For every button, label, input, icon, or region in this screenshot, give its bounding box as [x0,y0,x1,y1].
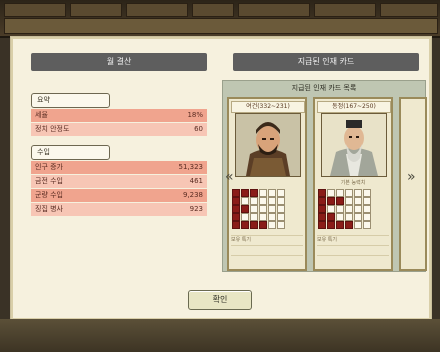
summary-row-tax: 세율 18% [31,109,207,122]
income-row-population: 인구 증가 51,323 [31,161,207,174]
row-label: 금전 수입 [35,177,63,185]
card-footer-line [317,255,389,265]
card-footer-line [317,245,389,255]
row-value: 461 [189,177,203,185]
scroll-right-icon[interactable]: » [407,169,416,185]
talent-cards-title: 지급된 인재 카드 [233,53,419,71]
world-map-strip [0,319,440,352]
summary-section-label: 요약 [31,93,110,108]
scroll-left-icon[interactable]: « [225,169,234,185]
card-name: 동정(167~250) [317,101,391,113]
hud-segment [192,3,234,17]
talent-card[interactable]: 여건(332~231) 보유 특기 [227,97,307,271]
summary-row-stability: 정치 안정도 60 [31,123,207,136]
ability-grid [232,188,286,229]
card-name: 여건(332~231) [231,101,305,113]
general-portrait [321,113,387,177]
income-row-food: 군량 수입 9,238 [31,189,207,202]
hud-segment [314,3,376,17]
card-subtitle: 기본 능력치 [340,180,366,186]
row-label: 징집 병사 [35,205,63,213]
settlement-title: 월 결산 [31,53,207,71]
hud-segment [380,3,438,17]
income-row-money: 금전 수입 461 [31,175,207,188]
row-value: 923 [189,205,203,213]
card-list-title: 지급된 인재 카드 목록 [291,84,357,92]
talent-card-list: 지급된 인재 카드 목록 여건(332~231) 보유 특기 동정(167~25… [222,80,427,272]
ability-grid [318,188,372,229]
general-portrait [235,113,301,177]
confirm-button[interactable]: 확인 [188,290,252,310]
card-footer-skills: 보유 특기 [231,235,303,245]
hud-segment [238,3,310,17]
hud-segment [4,3,66,17]
talent-card[interactable]: 동정(167~250) 기본 능력치 보유 특기 [313,97,393,271]
row-label: 세율 [35,111,48,119]
hud-segment [70,3,122,17]
row-value: 18% [187,111,203,119]
card-footer-line [231,255,303,265]
hud-segment [126,3,188,17]
row-label: 군량 수입 [35,191,63,199]
row-label: 정치 안정도 [35,125,70,133]
income-section-label: 수입 [31,145,110,160]
row-label: 인구 증가 [35,163,63,171]
row-value: 60 [194,125,203,133]
row-value: 9,238 [182,191,203,199]
card-footer-skills: 보유 특기 [317,235,389,245]
top-hud-bar [0,0,440,38]
card-footer-line [231,245,303,255]
row-value: 51,323 [178,163,204,171]
income-row-conscripts: 징집 병사 923 [31,203,207,216]
hud-menu-row[interactable] [4,18,438,34]
